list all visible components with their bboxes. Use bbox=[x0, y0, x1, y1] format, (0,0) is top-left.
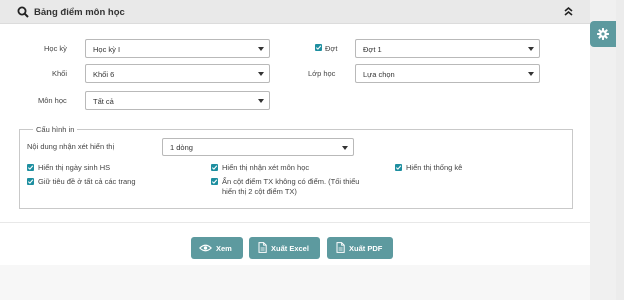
divider bbox=[0, 222, 590, 223]
export-pdf-label: Xuất PDF bbox=[349, 244, 383, 253]
page-title: Bảng điểm môn học bbox=[34, 7, 125, 18]
class-label: Lớp học bbox=[308, 69, 336, 78]
show-birthday-checkbox[interactable] bbox=[27, 164, 34, 171]
show-stats-checkbox[interactable] bbox=[395, 164, 402, 171]
show-subject-comment-checkbox[interactable] bbox=[211, 164, 218, 171]
chevron-down-icon bbox=[528, 72, 534, 76]
semester-value: Học kỳ I bbox=[93, 45, 121, 54]
export-excel-label: Xuất Excel bbox=[271, 244, 309, 253]
comment-display-value: 1 dòng bbox=[170, 143, 193, 152]
chevron-down-icon bbox=[258, 99, 264, 103]
eye-icon bbox=[199, 244, 212, 252]
grade-label: Khối bbox=[52, 69, 68, 78]
chevron-down-icon bbox=[342, 146, 348, 150]
file-icon bbox=[336, 242, 345, 253]
check-icon bbox=[315, 45, 322, 50]
show-birthday-label: Hiển thị ngày sinh HS bbox=[38, 163, 111, 172]
batch-label: Đợt bbox=[325, 44, 338, 53]
class-select[interactable]: Lựa chọn bbox=[355, 64, 540, 83]
class-value: Lựa chọn bbox=[363, 70, 395, 79]
semester-select[interactable]: Học kỳ I bbox=[85, 39, 270, 58]
semester-label: Học kỳ bbox=[44, 44, 67, 53]
search-icon bbox=[17, 6, 29, 18]
batch-value: Đợt 1 bbox=[363, 45, 382, 54]
report-panel: Bảng điểm môn học Học kỳ Học kỳ I Khối K… bbox=[0, 0, 590, 300]
settings-button[interactable] bbox=[590, 21, 616, 47]
export-excel-button[interactable]: Xuất Excel bbox=[249, 237, 320, 259]
file-icon bbox=[258, 242, 267, 253]
show-stats-label: Hiển thị thống kê bbox=[406, 163, 463, 172]
check-icon bbox=[211, 179, 218, 184]
check-icon bbox=[211, 165, 218, 170]
export-pdf-button[interactable]: Xuất PDF bbox=[327, 237, 393, 259]
view-button-label: Xem bbox=[216, 244, 232, 253]
chevron-down-icon bbox=[528, 47, 534, 51]
panel-header: Bảng điểm môn học bbox=[0, 0, 590, 24]
comment-display-label: Nội dung nhận xét hiển thị bbox=[27, 142, 115, 151]
grade-value: Khối 6 bbox=[93, 70, 115, 79]
print-config-legend: Cấu hình in bbox=[33, 125, 78, 134]
grade-select[interactable]: Khối 6 bbox=[85, 64, 270, 83]
gear-icon bbox=[597, 28, 609, 40]
chevron-down-icon bbox=[258, 72, 264, 76]
keep-header-label: Giữ tiêu đề ở tất cả các trang bbox=[38, 177, 136, 186]
check-icon bbox=[27, 165, 34, 170]
subject-select[interactable]: Tất cả bbox=[85, 91, 270, 110]
subject-value: Tất cả bbox=[93, 97, 114, 106]
panel-footer bbox=[0, 265, 590, 300]
view-button[interactable]: Xem bbox=[191, 237, 243, 259]
keep-header-checkbox[interactable] bbox=[27, 178, 34, 185]
show-subject-comment-label: Hiển thị nhận xét môn học bbox=[222, 163, 310, 172]
comment-display-select[interactable]: 1 dòng bbox=[162, 138, 354, 156]
batch-select[interactable]: Đợt 1 bbox=[355, 39, 540, 58]
check-icon bbox=[395, 165, 402, 170]
hide-empty-tx-label-line1: Ẩn cột điểm TX không có điểm. (Tối thiểu bbox=[222, 177, 360, 186]
chevron-down-icon bbox=[258, 47, 264, 51]
hide-empty-tx-label-line2: hiển thị 2 cột điểm TX) bbox=[222, 187, 297, 196]
batch-checkbox[interactable] bbox=[315, 44, 322, 51]
subject-label: Môn học bbox=[38, 96, 67, 105]
scrollbar[interactable] bbox=[616, 0, 624, 300]
hide-empty-tx-checkbox[interactable] bbox=[211, 178, 218, 185]
check-icon bbox=[27, 179, 34, 184]
collapse-icon[interactable] bbox=[563, 6, 574, 17]
